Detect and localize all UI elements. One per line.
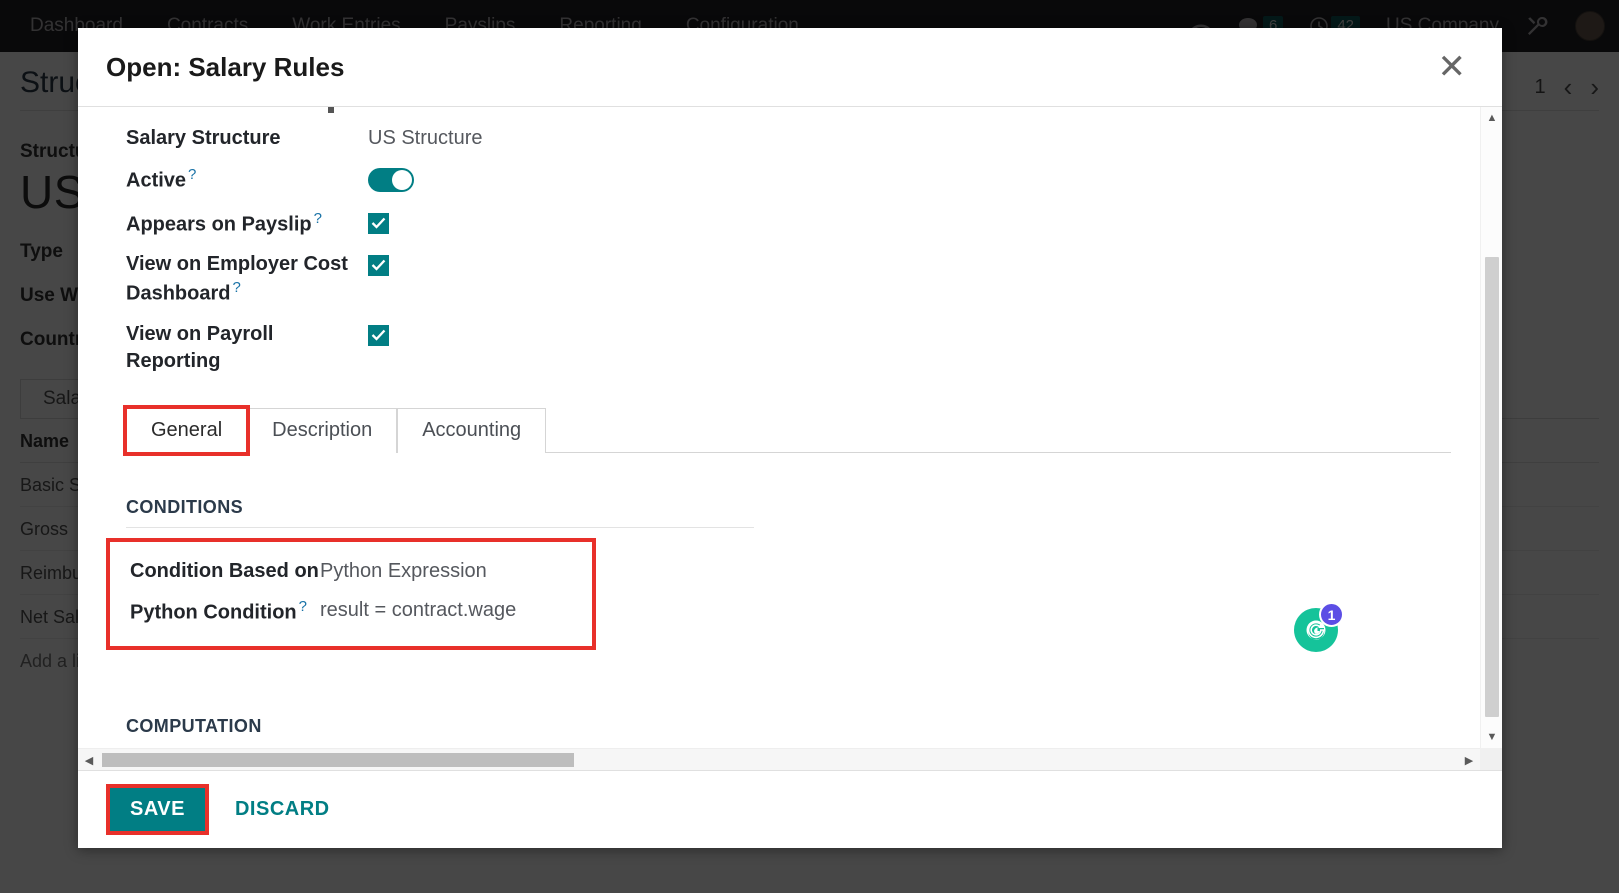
tab-description[interactable]: Description xyxy=(247,407,398,453)
field-label: Python Condition? xyxy=(130,597,320,627)
grammarly-badge: 1 xyxy=(1319,602,1344,627)
field-label: View on Employer Cost Dashboard? xyxy=(126,251,368,309)
conditions-group: Condition Based on Python Expression Pyt… xyxy=(106,537,596,650)
computation-section-title: COMPUTATION xyxy=(126,715,262,736)
grammarly-icon[interactable]: 1 xyxy=(1294,602,1344,652)
field-label: View on Payroll Reporting xyxy=(126,322,274,373)
vertical-scrollbar[interactable]: ▲ ▼ xyxy=(1480,107,1502,748)
condition-based-on-value[interactable]: Python Expression xyxy=(320,558,487,586)
field-appears-on-payslip: Appears on Payslip? xyxy=(78,203,1480,245)
scrolled-content-clip xyxy=(328,107,334,113)
help-icon[interactable]: ? xyxy=(314,210,322,227)
scroll-right-icon[interactable]: ▶ xyxy=(1458,749,1480,770)
active-toggle[interactable] xyxy=(368,165,414,197)
toggle-knob xyxy=(392,169,412,190)
discard-button[interactable]: DISCARD xyxy=(223,788,342,831)
python-condition-value[interactable]: result = contract.wage xyxy=(320,597,516,625)
scroll-left-icon[interactable]: ◀ xyxy=(78,749,100,770)
section-divider xyxy=(126,526,754,528)
vertical-scroll-thumb[interactable] xyxy=(1485,257,1499,717)
view-payroll-reporting-checkbox[interactable] xyxy=(368,324,389,346)
field-python-condition: Python Condition? result = contract.wage xyxy=(110,591,592,633)
field-label-text: Appears on Payslip xyxy=(126,213,312,236)
field-salary-structure: Salary Structure US Structure xyxy=(78,119,1480,159)
toggle-track xyxy=(368,167,414,192)
dialog-body: Salary Structure US Structure Active? Ap… xyxy=(78,107,1502,770)
field-label-text: Active xyxy=(126,169,187,192)
field-label: Salary Structure xyxy=(126,127,281,149)
field-condition-based-on: Condition Based on Python Expression xyxy=(110,552,592,592)
salary-structure-value[interactable]: US Structure xyxy=(368,125,482,153)
save-button[interactable]: SAVE xyxy=(110,788,205,831)
dialog-footer: SAVE DISCARD xyxy=(78,770,1502,848)
scroll-down-icon[interactable]: ▼ xyxy=(1481,726,1502,748)
scroll-up-icon[interactable]: ▲ xyxy=(1481,107,1502,129)
horizontal-scroll-thumb[interactable] xyxy=(102,753,574,767)
field-label: Condition Based on xyxy=(130,559,319,582)
tab-accounting[interactable]: Accounting xyxy=(397,407,547,453)
salary-rule-form: Salary Structure US Structure Active? Ap… xyxy=(78,107,1480,748)
field-active: Active? xyxy=(78,159,1480,203)
field-view-on-payroll-reporting: View on Payroll Reporting xyxy=(78,315,1480,382)
horizontal-scrollbar[interactable]: ◀ ▶ xyxy=(78,748,1480,770)
view-employer-cost-checkbox[interactable] xyxy=(368,254,389,276)
dialog-title: Open: Salary Rules xyxy=(106,51,345,82)
field-label-text: Python Condition xyxy=(130,602,297,625)
field-view-on-employer-cost-dashboard: View on Employer Cost Dashboard? xyxy=(78,245,1480,315)
help-icon[interactable]: ? xyxy=(188,166,196,183)
appears-on-payslip-checkbox[interactable] xyxy=(368,212,389,234)
field-label: Appears on Payslip? xyxy=(126,209,368,239)
dialog-header: Open: Salary Rules ✕ xyxy=(78,28,1502,107)
field-label: Active? xyxy=(126,165,368,195)
conditions-section-title: CONDITIONS xyxy=(126,496,244,517)
open-salary-rules-dialog: Open: Salary Rules ✕ Salary Structure US… xyxy=(78,28,1502,848)
save-button-highlight: SAVE xyxy=(106,784,209,835)
help-icon[interactable]: ? xyxy=(299,598,307,615)
help-icon[interactable]: ? xyxy=(232,279,240,296)
scrollbar-corner xyxy=(1480,748,1502,770)
notebook-tabs: General Description Accounting xyxy=(122,404,1451,456)
close-icon[interactable]: ✕ xyxy=(1432,48,1473,86)
tab-general[interactable]: General xyxy=(122,404,251,456)
